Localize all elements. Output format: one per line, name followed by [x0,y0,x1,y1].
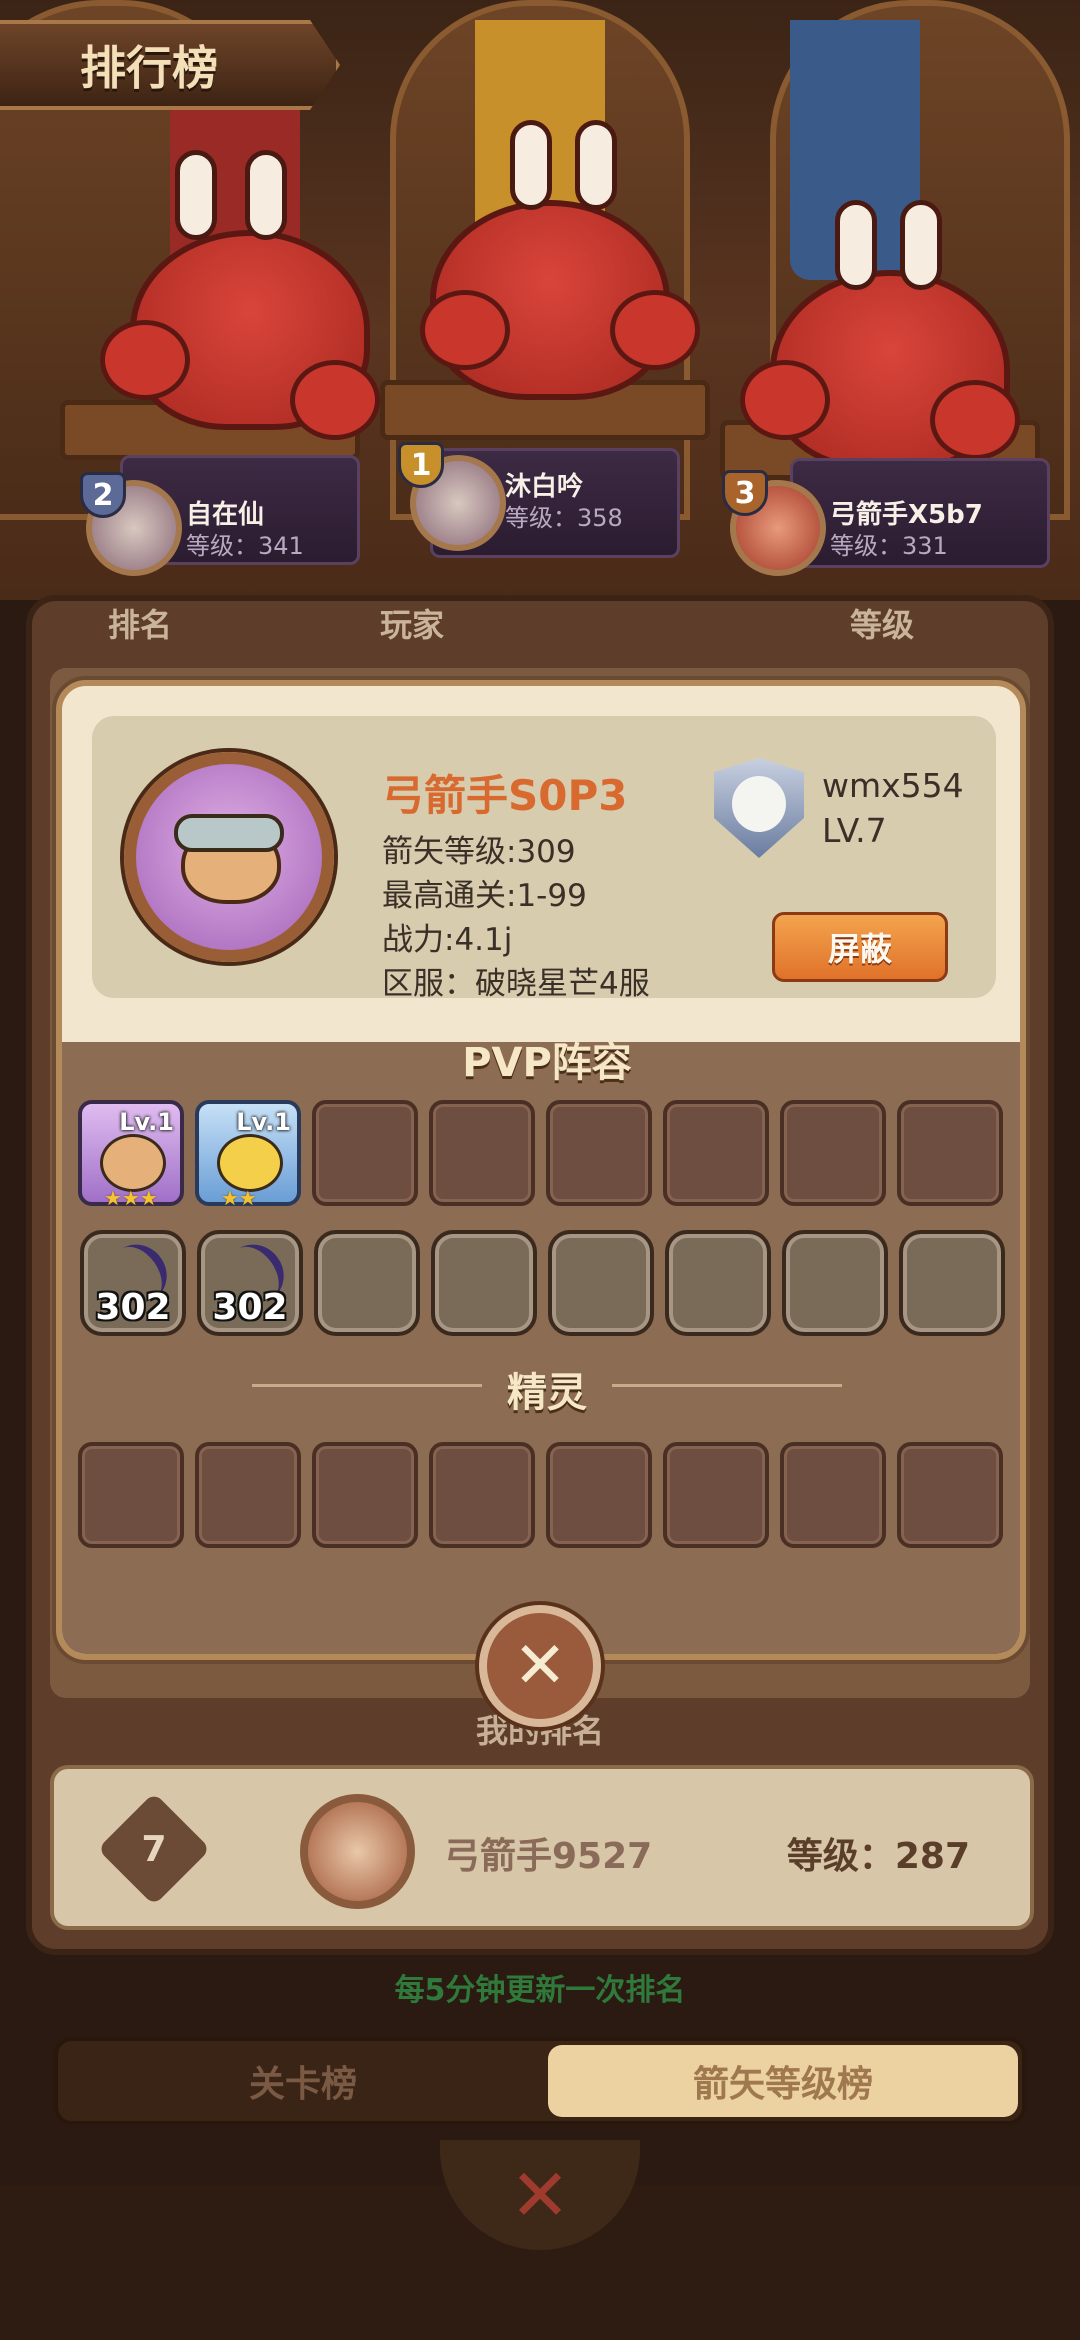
empty-weapon-slot[interactable] [431,1230,537,1336]
my-player-name: 弓箭手9527 [444,1836,653,1877]
spirit-slot[interactable] [897,1442,1003,1548]
spirit-slot[interactable] [663,1442,769,1548]
podium-level: 等级：341 [186,532,304,560]
arrow-level: 箭矢等级:309 [382,834,576,870]
crab-eye [510,120,552,210]
crab-claw [100,320,190,400]
spirit-slot[interactable] [546,1442,652,1548]
player-avatar [124,752,334,962]
player-name: 弓箭手S0P3 [382,771,628,820]
empty-weapon-slot[interactable] [899,1230,1005,1336]
empty-hero-slot[interactable] [780,1100,886,1206]
podium-level: 等级：331 [830,532,948,560]
crab-eye [175,150,217,240]
player-info-card: 弓箭手S0P3 箭矢等级:309 最高通关:1-99 战力:4.1j 区服：破晓… [92,716,996,1002]
my-rank-row[interactable]: 7 弓箭手9527 等级：287 [50,1765,1034,1930]
empty-weapon-slot[interactable] [314,1230,420,1336]
spirit-slot[interactable] [195,1442,301,1548]
hero-stars: ★★ [221,1186,257,1210]
weapon-slot[interactable]: 302 [197,1230,303,1336]
crab-eye [575,120,617,210]
pvp-lineup-title: PVP阵容 [462,1040,632,1086]
crab-claw [610,290,700,370]
empty-hero-slot[interactable] [897,1100,1003,1206]
hero-slot[interactable]: Lv.1 ★★★ [78,1100,184,1210]
column-level: 等级 [850,606,915,644]
crab-eye [245,150,287,240]
guild-name: wmx554 [822,766,964,805]
empty-weapon-slot[interactable] [548,1230,654,1336]
crab-claw [740,360,830,440]
weapon-slot[interactable]: 302 [80,1230,186,1336]
rank-badge: 1 [398,442,444,488]
empty-weapon-slot[interactable] [665,1230,771,1336]
empty-weapon-slot[interactable] [782,1230,888,1336]
empty-hero-slot[interactable] [663,1100,769,1206]
combat-power: 战力:4.1j [382,922,513,958]
my-player-level: 等级：287 [786,1836,970,1877]
podium-level: 等级：358 [505,504,623,532]
tab-stage-ranking[interactable]: 关卡榜 [64,2045,542,2117]
spirit-slot[interactable] [780,1442,886,1548]
column-player: 玩家 [380,606,445,644]
avatar [300,1794,415,1909]
hero-slot[interactable]: Lv.1 ★★ [195,1100,301,1210]
page-title-plate: 排行榜 [0,20,340,110]
server-name: 区服：破晓星芒4服 [382,966,650,1002]
tab-bar: 关卡榜 箭矢等级榜 [54,2037,1026,2125]
spirit-slot[interactable] [312,1442,418,1548]
guild-level: LV.7 [822,811,887,850]
hero-stars: ★★★ [104,1186,158,1210]
spirit-slot[interactable] [429,1442,535,1548]
empty-hero-slot[interactable] [546,1100,652,1206]
modal-close-button[interactable]: ✕ [479,1605,601,1727]
spirit-slot[interactable] [78,1442,184,1548]
spirit-title: 精灵 [507,1370,587,1416]
crab-claw [930,380,1020,460]
weapon-value: 302 [95,1287,171,1328]
crab-claw [290,360,380,440]
lineup-area: PVP阵容 Lv.1 ★★★ Lv.1 ★★ 302 302 精灵 [62,1040,1020,1654]
rank-badge: 3 [722,470,768,516]
crab-claw [420,290,510,370]
update-note: 每5分钟更新一次排名 [394,1973,686,2008]
player-detail-modal: 弓箭手S0P3 箭矢等级:309 最高通关:1-99 战力:4.1j 区服：破晓… [56,680,1026,1660]
close-icon: ✕ [513,1629,567,1703]
crab-eye [835,200,877,290]
goggles-icon [174,814,284,852]
page-title: 排行榜 [80,41,218,95]
fox-archer-icon [100,1134,166,1192]
block-button[interactable]: 屏蔽 [772,912,948,982]
tab-arrow-level-ranking[interactable]: 箭矢等级榜 [548,2045,1018,2117]
rank-badge: 2 [80,472,126,518]
max-stage: 最高通关:1-99 [382,878,587,914]
hero-level: Lv.1 [119,1108,174,1136]
empty-hero-slot[interactable] [312,1100,418,1206]
weapon-value: 302 [212,1287,288,1328]
empty-hero-slot[interactable] [429,1100,535,1206]
crab-eye [900,200,942,290]
guild-emblem-icon [732,776,786,832]
column-rank: 排名 [108,606,173,644]
hero-level: Lv.1 [236,1108,291,1136]
duck-archer-icon [217,1134,283,1192]
my-rank-number: 7 [141,1828,167,1870]
